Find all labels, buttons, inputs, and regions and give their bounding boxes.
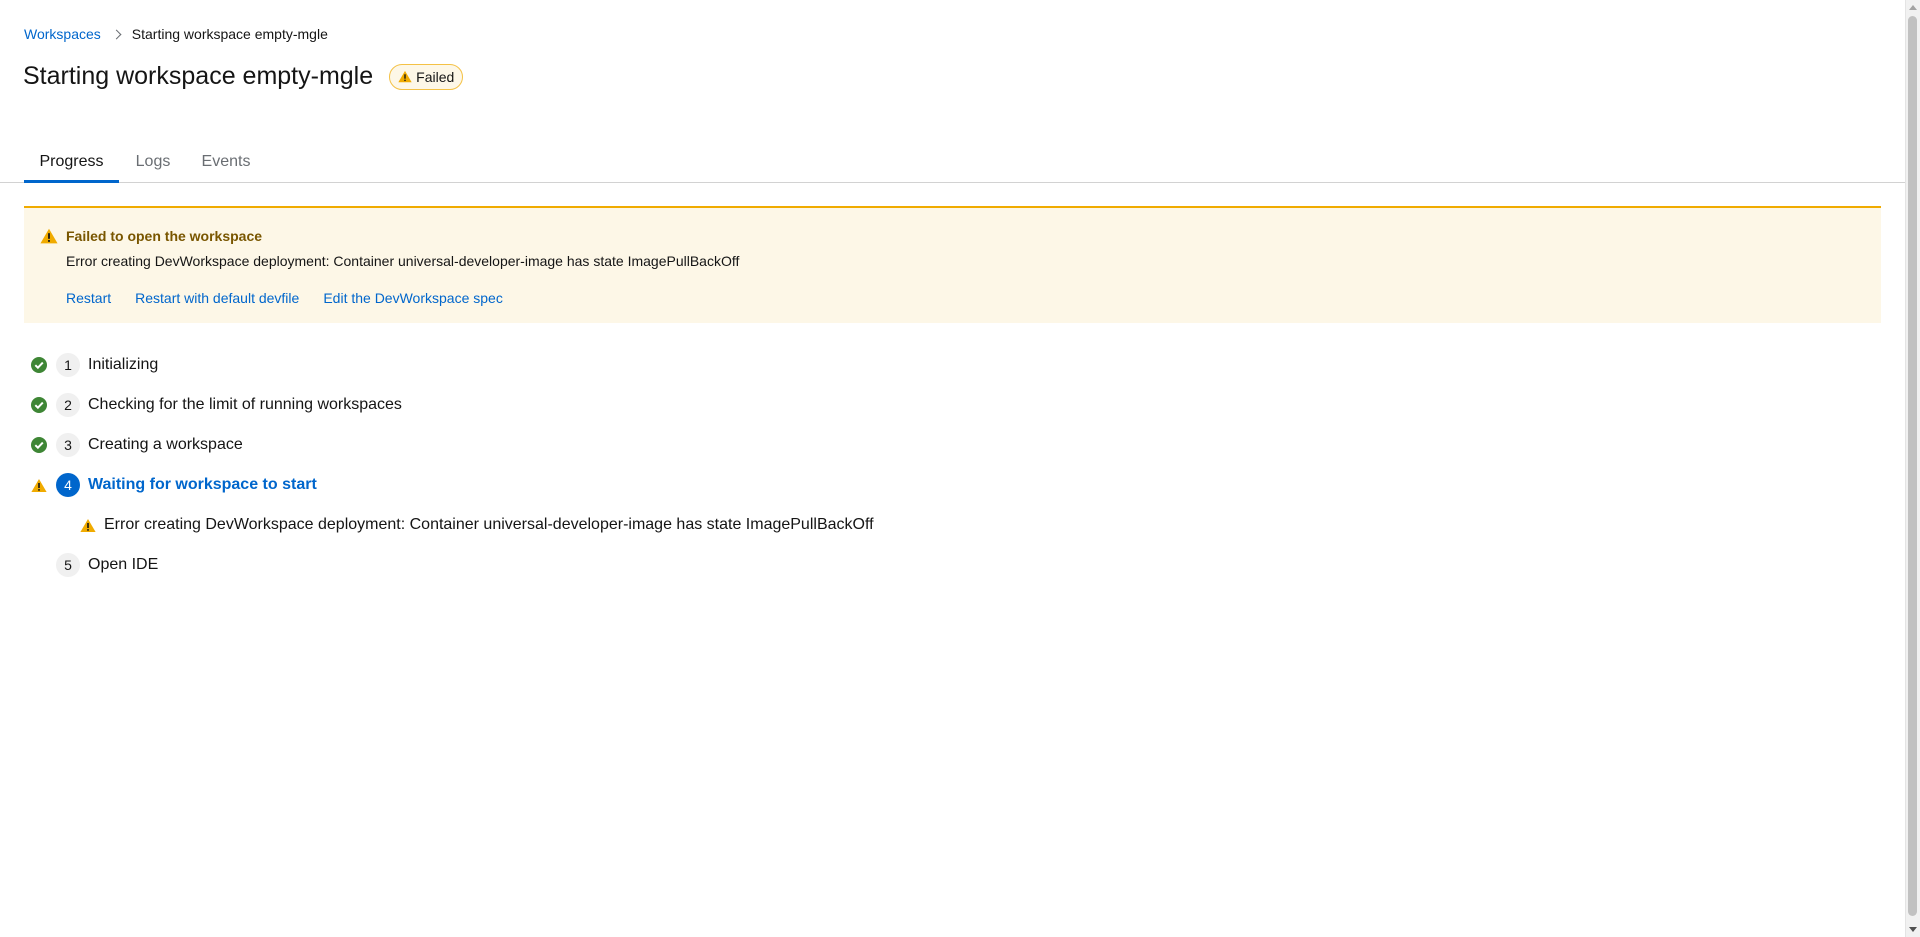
check-circle-icon xyxy=(24,397,56,413)
step-error-text: Error creating DevWorkspace deployment: … xyxy=(104,516,874,533)
tab-events-label: Events xyxy=(201,153,251,170)
step-number: 5 xyxy=(56,553,80,577)
page-title: Starting workspace empty-mgle xyxy=(23,62,374,90)
check-circle-icon xyxy=(24,437,56,453)
progress-step: 2 Checking for the limit of running work… xyxy=(24,385,874,425)
warning-icon xyxy=(40,228,58,249)
restart-button[interactable]: Restart xyxy=(66,290,111,306)
step-label: Initializing xyxy=(88,356,159,373)
status-badge-label: Failed xyxy=(416,68,455,85)
tab-events[interactable]: Events xyxy=(192,148,260,182)
tab-progress-label: Progress xyxy=(39,153,104,170)
vertical-scrollbar[interactable] xyxy=(1905,0,1920,937)
alert-description: Error creating DevWorkspace deployment: … xyxy=(66,253,740,269)
warning-alert: Failed to open the workspace Error creat… xyxy=(24,206,1881,323)
page-header: Starting workspace empty-mgle Failed xyxy=(23,62,464,91)
tab-logs-label: Logs xyxy=(135,153,171,170)
step-label: Waiting for workspace to start xyxy=(88,476,317,493)
breadcrumb: Workspaces Starting workspace empty-mgle xyxy=(24,26,328,42)
step-number: 4 xyxy=(56,473,80,497)
step-number: 2 xyxy=(56,393,80,417)
progress-step-active[interactable]: 4 Waiting for workspace to start xyxy=(24,465,874,505)
check-circle-icon xyxy=(24,357,56,373)
scroll-down-icon[interactable] xyxy=(1909,927,1917,932)
progress-step: 5 Open IDE xyxy=(24,545,874,585)
warning-icon xyxy=(80,518,96,532)
tab-progress[interactable]: Progress xyxy=(24,148,119,183)
step-error-message: Error creating DevWorkspace deployment: … xyxy=(24,505,874,545)
breadcrumb-current: Starting workspace empty-mgle xyxy=(131,26,328,42)
scrollbar-thumb[interactable] xyxy=(1908,16,1917,916)
step-label: Open IDE xyxy=(88,556,159,573)
restart-default-devfile-button[interactable]: Restart with default devfile xyxy=(135,290,299,306)
step-number: 1 xyxy=(56,353,80,377)
progress-step: 3 Creating a workspace xyxy=(24,425,874,465)
tab-logs[interactable]: Logs xyxy=(127,148,179,182)
step-label: Checking for the limit of running worksp… xyxy=(88,396,402,413)
edit-devworkspace-spec-button[interactable]: Edit the DevWorkspace spec xyxy=(323,290,503,306)
alert-actions: Restart Restart with default devfile Edi… xyxy=(66,290,527,306)
chevron-right-icon xyxy=(111,29,122,39)
page: Workspaces Starting workspace empty-mgle… xyxy=(0,0,1905,937)
warning-icon xyxy=(398,70,412,83)
progress-step: 1 Initializing xyxy=(24,345,874,385)
progress-steps: 1 Initializing 2 Checking for the limit … xyxy=(24,345,874,585)
warning-icon xyxy=(24,478,56,493)
status-badge: Failed xyxy=(389,63,464,90)
scroll-up-icon[interactable] xyxy=(1909,5,1917,10)
tab-bar: Progress Logs Events xyxy=(0,148,1905,183)
alert-title: Failed to open the workspace xyxy=(66,228,263,244)
step-label: Creating a workspace xyxy=(88,436,243,453)
breadcrumb-workspaces-link[interactable]: Workspaces xyxy=(24,26,101,42)
step-number: 3 xyxy=(56,433,80,457)
